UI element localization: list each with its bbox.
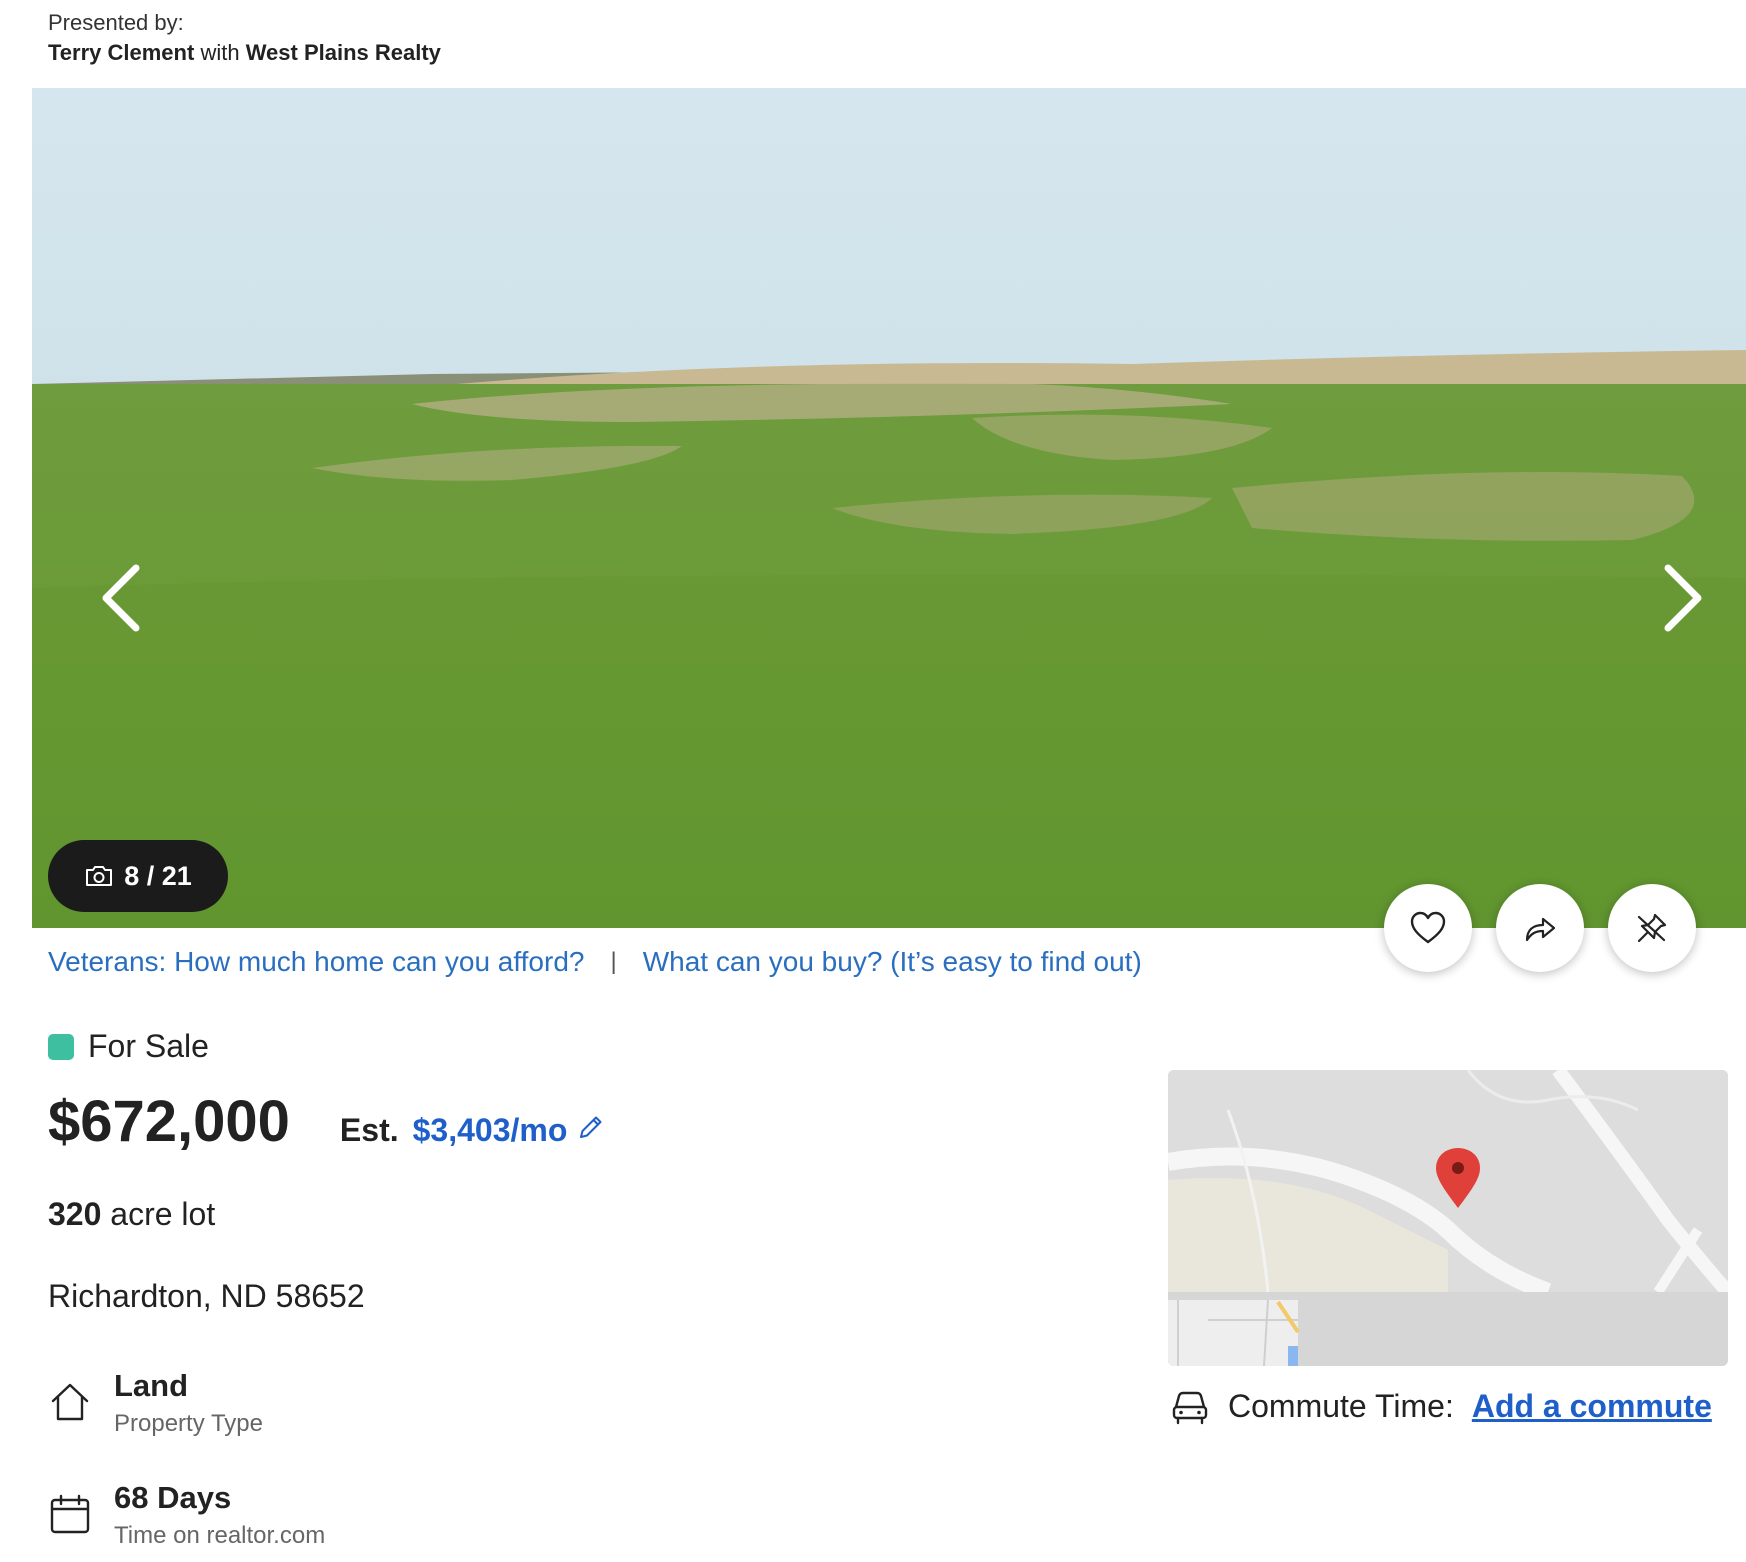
property-type-label: Property Type bbox=[114, 1410, 263, 1437]
estimated-payment-link[interactable]: $3,403/mo bbox=[413, 1112, 568, 1149]
listing-status: For Sale bbox=[48, 1028, 209, 1065]
photo-gallery[interactable]: 8 / 21 bbox=[32, 88, 1746, 928]
previous-photo-button[interactable] bbox=[92, 558, 152, 638]
what-can-you-buy-link[interactable]: What can you buy? (It’s easy to find out… bbox=[643, 946, 1142, 978]
status-dot bbox=[48, 1033, 74, 1060]
property-type-fact: Land Property Type bbox=[48, 1366, 263, 1442]
chevron-right-icon bbox=[1664, 564, 1702, 632]
listing-price: $672,000 bbox=[48, 1089, 290, 1154]
location-map[interactable] bbox=[1168, 1070, 1728, 1366]
car-icon bbox=[1172, 1391, 1208, 1424]
promo-separator: | bbox=[610, 948, 617, 975]
brokerage-name: West Plains Realty bbox=[245, 40, 441, 65]
next-photo-button[interactable] bbox=[1652, 558, 1712, 638]
map-tiles bbox=[1168, 1070, 1728, 1366]
heart-icon bbox=[1410, 911, 1446, 944]
agent-line: Terry Clement with West Plains Realty bbox=[48, 38, 441, 68]
share-listing-button[interactable] bbox=[1496, 884, 1584, 972]
price-row: $672,000 Est. $3,403/mo bbox=[48, 1088, 605, 1155]
days-on-market-label: Time on realtor.com bbox=[114, 1522, 326, 1549]
pencil-icon bbox=[580, 1116, 602, 1138]
photo-counter-text: 8 / 21 bbox=[124, 860, 192, 891]
agent-name: Terry Clement bbox=[48, 40, 195, 65]
commute-label: Commute Time: bbox=[1228, 1388, 1454, 1424]
veterans-affordability-link[interactable]: Veterans: How much home can you afford? bbox=[48, 946, 584, 978]
lot-size-value: 320 bbox=[48, 1196, 102, 1232]
listing-address: Richardton, ND 58652 bbox=[48, 1278, 365, 1314]
chevron-left-icon bbox=[102, 564, 140, 632]
hide-listing-button[interactable] bbox=[1608, 884, 1696, 972]
add-commute-link[interactable]: Add a commute bbox=[1472, 1388, 1712, 1425]
edit-payment-button[interactable] bbox=[577, 1113, 605, 1146]
save-listing-button[interactable] bbox=[1384, 884, 1472, 972]
property-type-value: Land bbox=[114, 1368, 189, 1403]
listing-photo bbox=[32, 88, 1746, 928]
lot-size: 320 acre lot bbox=[48, 1196, 215, 1233]
camera-icon bbox=[86, 866, 113, 886]
commute-time: Commute Time: Add a commute bbox=[1170, 1388, 1712, 1425]
estimate-label: Est. bbox=[339, 1112, 399, 1148]
presented-by: Presented by: Terry Clement with West Pl… bbox=[48, 8, 441, 68]
house-icon bbox=[51, 1383, 89, 1421]
days-on-market-value: 68 Days bbox=[114, 1480, 232, 1515]
lot-size-unit: acre lot bbox=[110, 1196, 216, 1232]
photo-counter[interactable]: 8 / 21 bbox=[48, 840, 228, 912]
promo-links: Veterans: How much home can you afford? … bbox=[48, 946, 1142, 978]
share-arrow-icon bbox=[1525, 917, 1556, 942]
presented-by-label: Presented by: bbox=[48, 10, 184, 35]
calendar-icon bbox=[50, 1494, 90, 1534]
agent-connector: with bbox=[200, 40, 240, 65]
status-text: For Sale bbox=[88, 1028, 209, 1064]
pin-off-icon bbox=[1637, 913, 1667, 943]
days-on-market-fact: 68 Days Time on realtor.com bbox=[48, 1478, 325, 1554]
